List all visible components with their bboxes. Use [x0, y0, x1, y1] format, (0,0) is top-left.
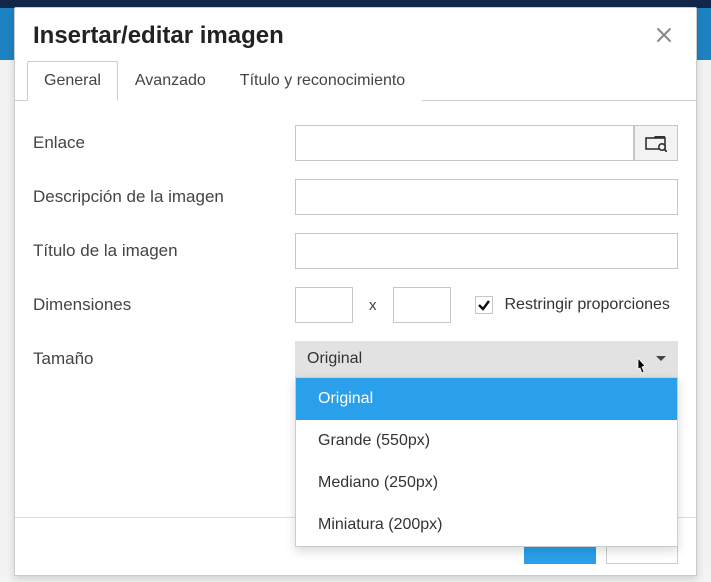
tab-general[interactable]: General — [27, 61, 118, 101]
size-option-thumbnail[interactable]: Miniatura (200px) — [296, 504, 677, 546]
browse-icon — [645, 134, 667, 152]
size-option-large[interactable]: Grande (550px) — [296, 420, 677, 462]
tab-title-acknowledgement[interactable]: Título y reconocimiento — [223, 61, 422, 101]
size-option-medium[interactable]: Mediano (250px) — [296, 462, 677, 504]
image-dialog: Insertar/editar imagen General Avanzado … — [14, 7, 697, 576]
size-option-original[interactable]: Original — [296, 378, 677, 420]
constrain-checkbox[interactable] — [475, 296, 493, 314]
image-description-input[interactable] — [295, 179, 678, 215]
width-input[interactable] — [295, 287, 353, 323]
label-dimensions: Dimensiones — [33, 295, 295, 315]
height-input[interactable] — [393, 287, 451, 323]
close-button[interactable] — [650, 22, 678, 50]
size-selected-value: Original — [307, 350, 362, 368]
tab-advanced[interactable]: Avanzado — [118, 61, 223, 101]
size-dropdown: Original Grande (550px) Mediano (250px) … — [295, 377, 678, 547]
check-icon — [477, 298, 491, 312]
browse-button[interactable] — [634, 125, 678, 161]
image-title-input[interactable] — [295, 233, 678, 269]
tab-bar: General Avanzado Título y reconocimiento — [15, 60, 696, 101]
dimension-separator: x — [369, 297, 377, 314]
constrain-label: Restringir proporciones — [505, 296, 670, 314]
label-image-description: Descripción de la imagen — [33, 187, 295, 207]
label-link: Enlace — [33, 133, 295, 153]
link-input[interactable] — [295, 125, 634, 161]
size-select[interactable]: Original Original Grande (550px) Mediano… — [295, 341, 678, 377]
dialog-title: Insertar/editar imagen — [33, 22, 284, 50]
label-size: Tamaño — [33, 349, 295, 369]
chevron-down-icon — [656, 356, 666, 361]
close-icon — [656, 27, 672, 43]
label-image-title: Título de la imagen — [33, 241, 295, 261]
